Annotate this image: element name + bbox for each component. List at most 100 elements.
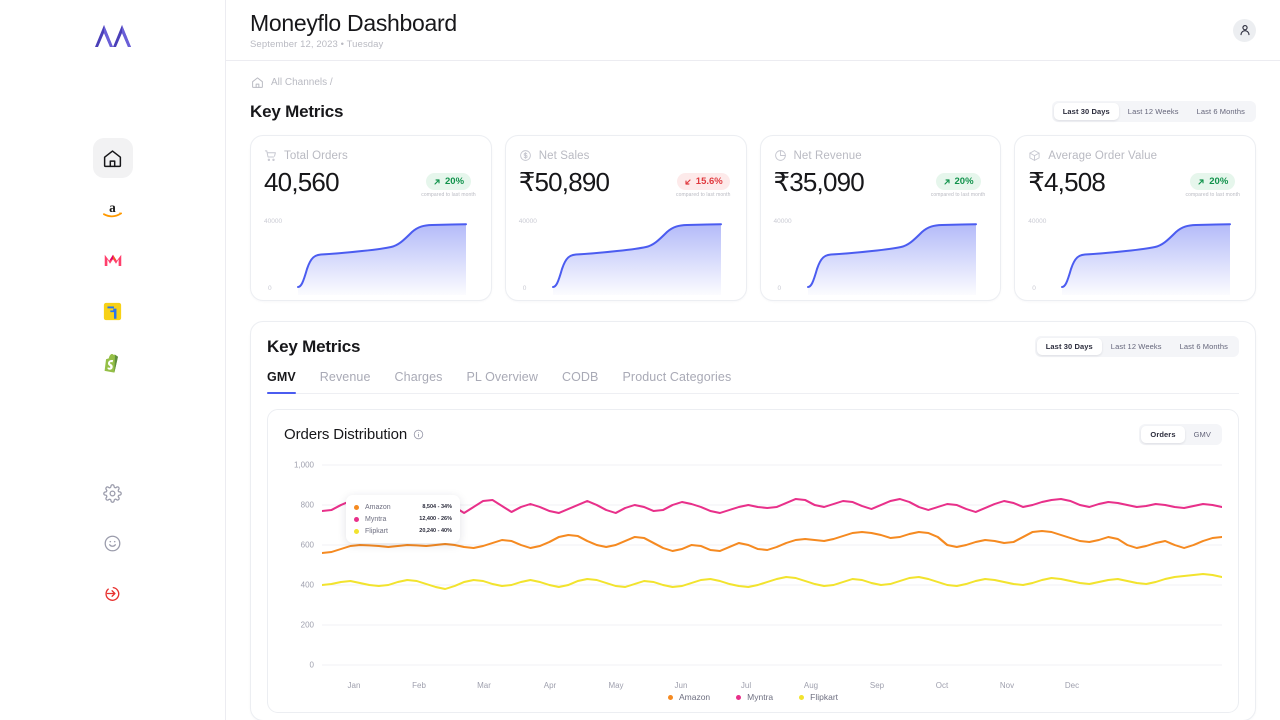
- sidebar-item-shopify[interactable]: [93, 342, 133, 382]
- sidebar-item-home[interactable]: [93, 138, 133, 178]
- tab-revenue[interactable]: Revenue: [320, 370, 371, 393]
- tooltip-series-name: Amazon: [365, 504, 416, 511]
- shopify-icon: [101, 351, 124, 374]
- sparkline-axis-min: 0: [268, 285, 272, 292]
- tab-pl-overview[interactable]: PL Overview: [466, 370, 538, 393]
- y-axis-tick: 0: [284, 661, 314, 670]
- status-badge: 20%: [1190, 173, 1235, 190]
- tab-gmv[interactable]: GMV: [267, 370, 296, 393]
- kpi-delta-note: compared to last month: [931, 192, 985, 198]
- metric-option-orders[interactable]: Orders: [1141, 426, 1184, 443]
- legend-color-dot-amazon: [668, 695, 673, 700]
- kpi-card-header: Net Sales: [519, 149, 733, 162]
- sidebar-item-settings[interactable]: [93, 471, 133, 516]
- sparkline-axis-min: 0: [523, 285, 527, 292]
- x-axis-tick: Apr: [544, 681, 556, 690]
- y-axis-tick: 800: [284, 501, 314, 510]
- kpi-label: Net Revenue: [794, 150, 862, 162]
- kpi-value-row: ₹4,508 20% compared to last month: [1028, 167, 1242, 198]
- x-axis-tick: Feb: [412, 681, 426, 690]
- flipkart-icon: [101, 300, 124, 323]
- kpi-card-total-orders[interactable]: Total Orders 40,560 20% compared to last: [250, 135, 492, 301]
- sidebar-item-flipkart[interactable]: [93, 291, 133, 331]
- series-line-flipkart: [322, 574, 1222, 589]
- legend-color-dot-myntra: [736, 695, 741, 700]
- amazon-icon: a: [100, 197, 125, 222]
- kpi-sparkline: 40000 0: [774, 217, 1001, 300]
- tooltip-row-myntra: Myntra 12,400 - 26%: [354, 513, 452, 525]
- kpi-value-row: 40,560 20% compared to last month: [264, 167, 478, 198]
- chart-series-svg: [322, 457, 1222, 672]
- kpi-sparkline: 40000 0: [1028, 217, 1255, 300]
- range-option-last-12-weeks[interactable]: Last 12 Weeks: [1102, 338, 1171, 355]
- arrow-down-left-icon: [684, 178, 692, 186]
- tooltip-series-name: Flipkart: [365, 528, 413, 535]
- legend-color-dot-flipkart: [799, 695, 804, 700]
- legend-item-myntra[interactable]: Myntra: [736, 692, 773, 702]
- range-option-last-30-days[interactable]: Last 30 Days: [1054, 103, 1119, 120]
- kpi-delta-value: 15.6%: [696, 176, 723, 187]
- kpi-delta-block: 20% compared to last month: [1186, 173, 1240, 198]
- home-icon: [251, 76, 264, 89]
- chart-header: Orders Distribution Orders GMV: [284, 424, 1222, 445]
- kpi-card-header: Average Order Value: [1028, 149, 1242, 162]
- x-axis-tick: Jul: [741, 681, 751, 690]
- x-axis-tick: Jan: [348, 681, 361, 690]
- status-badge: 20%: [936, 173, 981, 190]
- range-option-last-6-months[interactable]: Last 6 Months: [1171, 338, 1237, 355]
- kpi-card-header: Net Revenue: [774, 149, 988, 162]
- arrow-up-right-icon: [433, 178, 441, 186]
- tab-charges[interactable]: Charges: [395, 370, 443, 393]
- arrow-up-right-icon: [1197, 178, 1205, 186]
- home-icon: [102, 148, 123, 169]
- tab-codb[interactable]: CODB: [562, 370, 599, 393]
- chart-plot-area: 1,000 800 600 400 200 0: [284, 457, 1222, 672]
- x-axis-tick: Oct: [936, 681, 948, 690]
- avatar[interactable]: [1233, 19, 1256, 42]
- kpi-card-net-sales[interactable]: Net Sales ₹50,890 15.6% compared to last: [505, 135, 747, 301]
- chart-title-row: Orders Distribution: [284, 426, 424, 443]
- moneyflo-logo-icon[interactable]: [91, 14, 135, 58]
- sparkline-axis-min: 0: [778, 285, 782, 292]
- kpi-sparkline: 40000 0: [519, 217, 746, 300]
- sidebar-item-support[interactable]: [93, 521, 133, 566]
- kpi-delta-value: 20%: [955, 176, 974, 187]
- sparkline-axis-max: 40000: [264, 218, 282, 225]
- user-icon: [1238, 23, 1252, 37]
- tab-product-categories[interactable]: Product Categories: [623, 370, 732, 393]
- info-icon[interactable]: [413, 429, 424, 440]
- kpi-card-net-revenue[interactable]: Net Revenue ₹35,090 20% compared to last: [760, 135, 1002, 301]
- x-axis-tick: May: [608, 681, 623, 690]
- status-badge: 20%: [426, 173, 471, 190]
- page-subtitle: September 12, 2023 • Tuesday: [250, 39, 457, 50]
- sidebar-item-logout[interactable]: [93, 571, 133, 616]
- range-option-last-12-weeks[interactable]: Last 12 Weeks: [1119, 103, 1188, 120]
- sidebar-item-myntra[interactable]: [93, 240, 133, 280]
- legend-item-flipkart[interactable]: Flipkart: [799, 692, 838, 702]
- metric-option-gmv[interactable]: GMV: [1185, 426, 1220, 443]
- kpi-delta-note: compared to last month: [1186, 192, 1240, 198]
- kpi-delta-note: compared to last month: [421, 192, 475, 198]
- kpi-delta-block: 15.6% compared to last month: [676, 173, 730, 198]
- legend-label: Amazon: [679, 692, 710, 702]
- kpi-value: ₹35,090: [774, 167, 864, 198]
- dashboard-root: a: [0, 0, 1280, 720]
- x-axis-tick: Jun: [675, 681, 688, 690]
- gear-icon: [103, 484, 122, 503]
- y-axis-tick: 200: [284, 621, 314, 630]
- tooltip-row-amazon: Amazon 8,504 - 34%: [354, 501, 452, 513]
- chart-legend: Amazon Myntra Flipkart: [284, 692, 1222, 702]
- tooltip-series-name: Myntra: [365, 516, 413, 523]
- range-option-last-30-days[interactable]: Last 30 Days: [1037, 338, 1102, 355]
- page-title: Moneyflo Dashboard: [250, 10, 457, 37]
- analytics-panel: Key Metrics Last 30 Days Last 12 Weeks L…: [250, 321, 1256, 720]
- sidebar-item-amazon[interactable]: a: [93, 189, 133, 229]
- myntra-icon: [101, 248, 125, 272]
- kpi-delta-block: 20% compared to last month: [421, 173, 475, 198]
- kpi-value: ₹4,508: [1028, 167, 1105, 198]
- range-option-last-6-months[interactable]: Last 6 Months: [1188, 103, 1254, 120]
- breadcrumb-item-all-channels[interactable]: All Channels /: [271, 77, 333, 88]
- main-content: Moneyflo Dashboard September 12, 2023 • …: [226, 0, 1280, 720]
- legend-item-amazon[interactable]: Amazon: [668, 692, 710, 702]
- kpi-card-average-order-value[interactable]: Average Order Value ₹4,508 20% compared: [1014, 135, 1256, 301]
